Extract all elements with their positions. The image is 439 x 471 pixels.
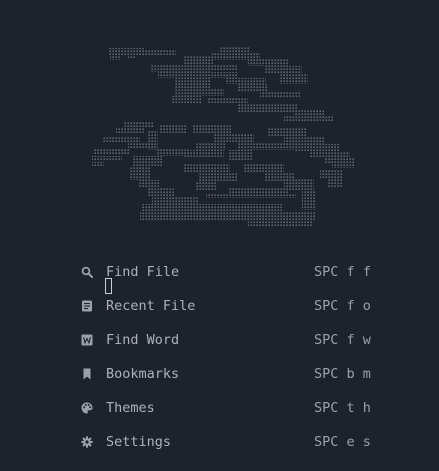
menu-item-label: Find File [105, 262, 179, 294]
menu-item-shortcut: SPC t h [314, 400, 371, 416]
menu-item-label: Settings [106, 434, 172, 450]
menu-item-bookmarks[interactable]: Bookmarks SPC b m [78, 364, 378, 384]
menu-item-shortcut: SPC f o [314, 298, 371, 314]
menu-item-settings[interactable]: Settings SPC e s [78, 432, 378, 452]
menu-item-shortcut: SPC f f [314, 264, 371, 280]
menu-item-find-file[interactable]: Find File SPC f f [78, 262, 378, 294]
menu-item-themes[interactable]: Themes SPC t h [78, 398, 378, 418]
word-icon [81, 334, 93, 346]
menu-item-label: Find Word [106, 332, 180, 348]
menu-item-find-word[interactable]: Find Word SPC f w [78, 330, 378, 350]
gear-icon [81, 436, 93, 448]
menu-item-recent-file[interactable]: Recent File SPC f o [78, 296, 378, 316]
menu-item-label: Bookmarks [106, 366, 180, 382]
bookmark-icon [83, 368, 91, 380]
menu-item-shortcut: SPC b m [314, 366, 371, 382]
menu-item-label: Themes [106, 400, 155, 416]
palette-icon [81, 402, 93, 414]
text-cursor [105, 278, 112, 294]
menu-item-label: Recent File [106, 298, 196, 314]
file-text-icon [82, 300, 92, 312]
ascii-logo [92, 46, 354, 226]
menu-item-shortcut: SPC e s [314, 434, 371, 450]
menu-item-shortcut: SPC f w [314, 332, 371, 348]
search-icon [81, 266, 93, 278]
